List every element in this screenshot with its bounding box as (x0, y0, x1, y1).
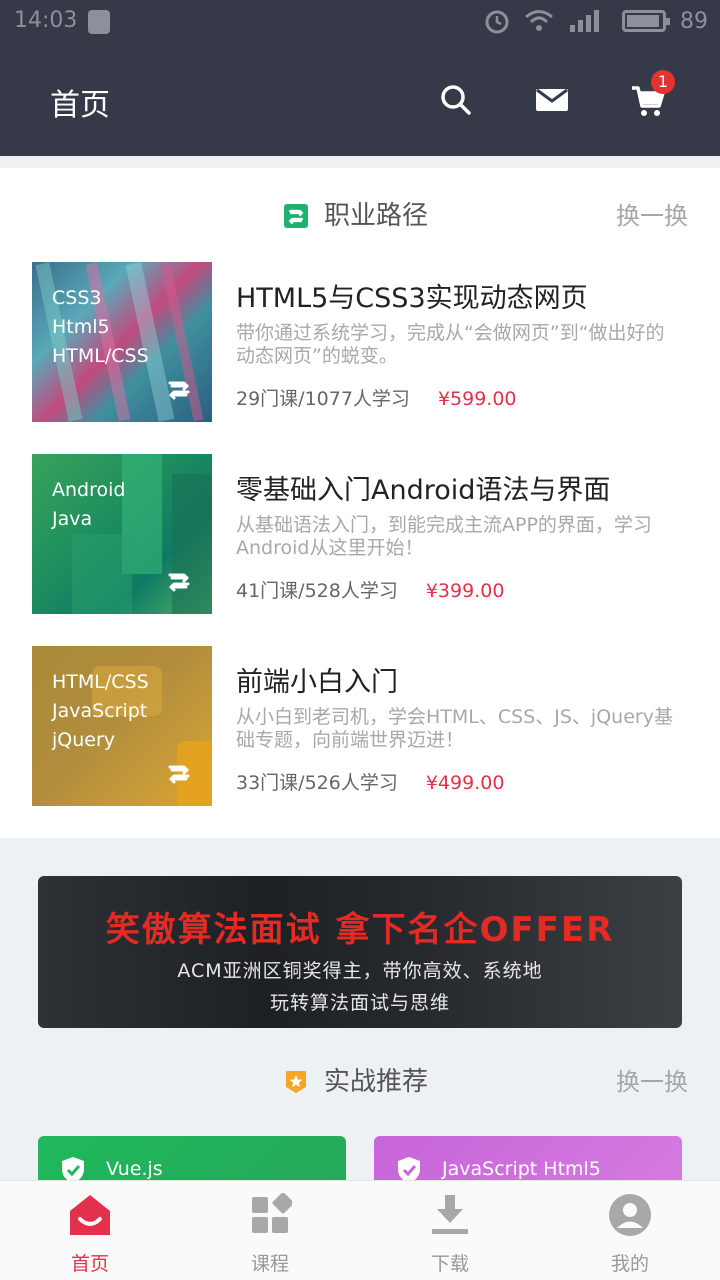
path-icon (168, 573, 190, 592)
course-stats: 41门课/528人学习 (236, 580, 398, 602)
course-price: ¥399.00 (425, 580, 505, 602)
star-badge-icon (286, 1071, 306, 1093)
path-icon (168, 765, 190, 784)
course-title: 零基础入门Android语法与界面 (236, 475, 611, 506)
nav-label: 我的 (610, 1253, 649, 1275)
nav-item-home[interactable]: 首页 (0, 1181, 180, 1280)
app-header: 14:03 89 首页 1 (0, 0, 720, 156)
courses-icon (252, 1193, 292, 1233)
mail-icon[interactable] (534, 82, 570, 118)
nav-label: 课程 (250, 1253, 289, 1275)
nav-item-download[interactable]: 下载 (360, 1181, 540, 1280)
card-tags: JavaScript Html5 (442, 1158, 601, 1180)
search-icon[interactable] (438, 82, 474, 118)
refresh-button[interactable]: 换一换 (616, 196, 688, 236)
course-tags: HTML/CSS JavaScript jQuery (52, 668, 149, 755)
nav-label: 下载 (430, 1253, 469, 1275)
course-thumbnail: CSS3 Html5 HTML/CSS (32, 262, 212, 422)
course-description: 从基础语法入门，到能完成主流APP的界面，学习Android从这里开始！ (236, 514, 652, 559)
sim-icon (88, 10, 110, 34)
course-meta: 41门课/528人学习 ¥399.00 (236, 576, 504, 603)
page-title: 首页 (50, 88, 110, 123)
course-tag: CSS3 (52, 287, 102, 309)
course-description: 从小白到老司机，学会HTML、CSS、JS、jQuery基础专题，向前端世界迈进… (236, 706, 673, 751)
course-tag: HTML/CSS (52, 671, 149, 693)
status-bar: 14:03 89 (0, 0, 720, 44)
course-stats: 29门课/1077人学习 (236, 388, 410, 410)
course-price: ¥499.00 (425, 772, 505, 794)
course-tags: Android Java (52, 476, 125, 534)
course-title: 前端小白入门 (236, 667, 398, 698)
course-tag: Android (52, 479, 126, 501)
course-item[interactable]: HTML/CSS JavaScript jQuery 前端小白入门 从小白到老司… (32, 646, 692, 806)
course-item[interactable]: CSS3 Html5 HTML/CSS HTML5与CSS3实现动态网页 带你通… (32, 262, 692, 422)
course-description: 带你通过系统学习，完成从“会做网页”到“做出好的动态网页”的蜕变。 (236, 322, 665, 367)
career-path-section: 职业路径 换一换 CSS3 Html5 HTML/CSS HTML5与CSS3实… (0, 168, 720, 838)
home-icon (70, 1195, 110, 1235)
section-title: 职业路径 (324, 201, 429, 231)
section-header: 职业路径 换一换 (0, 196, 720, 236)
section-title: 实战推荐 (324, 1067, 429, 1097)
battery-level: 89 (680, 8, 708, 34)
course-thumbnail: HTML/CSS JavaScript jQuery (32, 646, 212, 806)
bottom-navigation: 首页 课程 下载 我的 (0, 1180, 720, 1280)
cart-badge: 1 (651, 70, 675, 94)
banner-subtitle: 玩转算法面试与思维 (269, 992, 450, 1014)
course-meta: 33门课/526人学习 ¥499.00 (236, 768, 504, 795)
nav-item-courses[interactable]: 课程 (180, 1181, 360, 1280)
signal-icon (570, 10, 599, 32)
course-thumbnail: Android Java (32, 454, 212, 614)
path-icon (168, 381, 190, 400)
course-tags: CSS3 Html5 HTML/CSS (52, 284, 149, 371)
course-stats: 33门课/526人学习 (236, 772, 398, 794)
course-meta: 29门课/1077人学习 ¥599.00 (236, 384, 517, 411)
alarm-icon (485, 10, 509, 34)
refresh-button[interactable]: 换一换 (616, 1062, 688, 1102)
card-tags: Vue.js (106, 1158, 163, 1180)
practical-section-header: 实战推荐 换一换 (0, 1062, 720, 1102)
course-price: ¥599.00 (437, 388, 517, 410)
profile-icon (609, 1194, 651, 1236)
status-icons: 89 (484, 8, 708, 34)
nav-label: 首页 (70, 1253, 109, 1275)
promo-banner[interactable]: 笑傲算法面试 拿下名企OFFER ACM亚洲区铜奖得主，带你高效、系统地 玩转算… (38, 876, 682, 1028)
course-item[interactable]: Android Java 零基础入门Android语法与界面 从基础语法入门，到… (32, 454, 692, 614)
course-tag: Html5 (52, 316, 110, 338)
status-time: 14:03 (14, 8, 78, 33)
course-tag: Java (52, 508, 93, 530)
path-icon (284, 204, 308, 228)
battery-icon (622, 10, 670, 32)
course-title: HTML5与CSS3实现动态网页 (236, 283, 588, 314)
banner-subtitle: ACM亚洲区铜奖得主，带你高效、系统地 (177, 960, 543, 982)
course-tag: HTML/CSS (52, 345, 149, 367)
wifi-icon (525, 10, 553, 31)
course-tag: jQuery (52, 729, 116, 751)
nav-item-profile[interactable]: 我的 (540, 1181, 720, 1280)
course-tag: JavaScript (52, 700, 148, 722)
banner-headline: 笑傲算法面试 拿下名企OFFER (105, 910, 615, 950)
download-icon (432, 1195, 468, 1234)
